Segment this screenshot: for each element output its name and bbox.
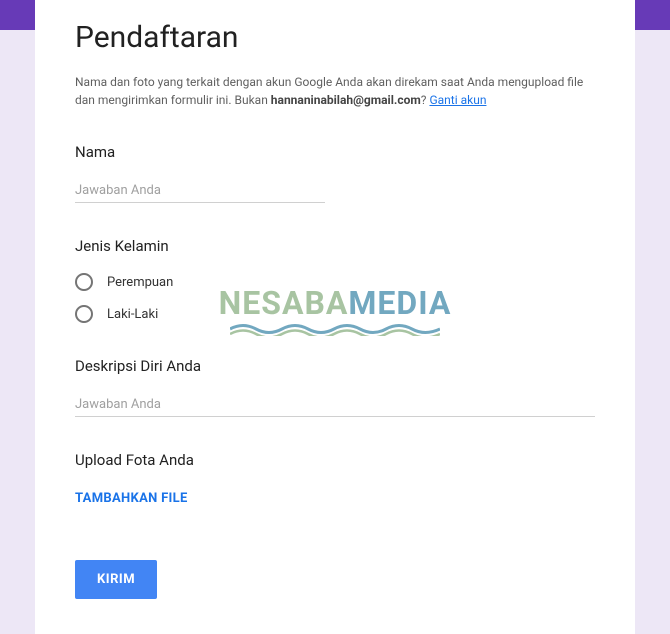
question-deskripsi: Deskripsi Diri Anda — [75, 357, 595, 417]
radio-icon — [75, 305, 93, 323]
form-card: Pendaftaran Nama dan foto yang terkait d… — [35, 0, 635, 634]
radio-group-jenis-kelamin: Perempuan Laki-Laki — [75, 273, 595, 323]
question-jenis-kelamin-title: Jenis Kelamin — [75, 237, 595, 255]
deskripsi-input[interactable] — [75, 393, 595, 417]
form-description: Nama dan foto yang terkait dengan akun G… — [75, 73, 595, 109]
submit-button[interactable]: KIRIM — [75, 560, 157, 599]
switch-account-link[interactable]: Ganti akun — [429, 93, 486, 107]
radio-label-laki-laki: Laki-Laki — [107, 307, 158, 322]
question-nama-title: Nama — [75, 143, 595, 161]
form-title: Pendaftaran — [75, 20, 595, 55]
add-file-button[interactable]: TAMBAHKAN FILE — [75, 491, 188, 506]
question-upload: Upload Fota Anda TAMBAHKAN FILE — [75, 451, 595, 506]
radio-icon — [75, 273, 93, 291]
radio-label-perempuan: Perempuan — [107, 275, 173, 290]
question-deskripsi-title: Deskripsi Diri Anda — [75, 357, 595, 375]
question-nama: Nama — [75, 143, 595, 203]
question-upload-title: Upload Fota Anda — [75, 451, 595, 469]
question-jenis-kelamin: Jenis Kelamin Perempuan Laki-Laki — [75, 237, 595, 323]
description-email: hannaninabilah@gmail.com — [271, 93, 421, 107]
radio-option-perempuan[interactable]: Perempuan — [75, 273, 595, 291]
radio-option-laki-laki[interactable]: Laki-Laki — [75, 305, 595, 323]
nama-input[interactable] — [75, 179, 325, 203]
